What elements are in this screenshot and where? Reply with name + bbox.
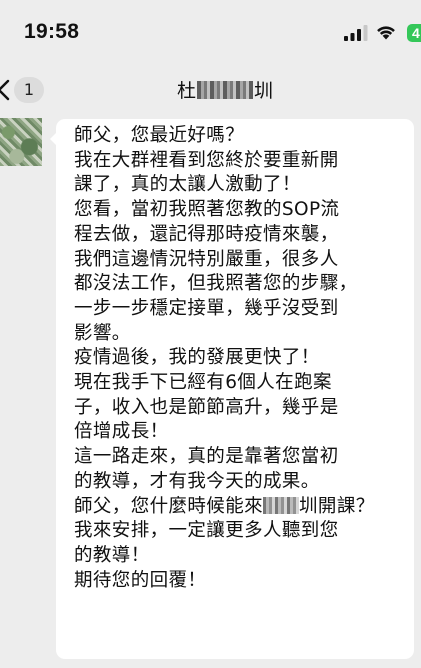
status-time: 19:58 [24, 20, 80, 43]
chat-title-prefix: 杜 [176, 80, 196, 102]
message-line: 倍增成長！ [74, 421, 169, 443]
wifi-icon [377, 26, 395, 40]
message-line: 課了，真的太讓人激動了！ [74, 174, 301, 196]
avatar[interactable] [0, 118, 42, 166]
message-line: 的教導！ [74, 544, 150, 566]
status-bar: 19:58 4 [0, 0, 421, 64]
redacted-name-blur [197, 81, 253, 99]
message-line: 子，收入也是節節高升，幾乎是 [74, 396, 339, 418]
message-line: 這一路走來，真的是靠著您當初 [74, 446, 339, 468]
message-line: 都沒法工作，但我照著您的步驟， [74, 273, 358, 295]
chevron-left-icon[interactable] [0, 79, 10, 101]
message-line: 程去做，還記得那時疫情來襲， [74, 223, 339, 245]
message-line-part: 圳開課？ [299, 495, 375, 517]
message-line: 疫情過後，我的發展更快了！ [74, 347, 320, 369]
message-line: 師父，您最近好嗎？ [74, 125, 245, 146]
redacted-city-blur [263, 496, 300, 514]
message-line: 我們這邊情況特別嚴重，很多人 [74, 248, 339, 270]
message-line-part: 師父，您什麼時候能來 [74, 495, 264, 517]
message-line: 期待您的回覆！ [74, 569, 207, 591]
cellular-signal-icon [344, 25, 368, 41]
unread-count-badge[interactable]: 1 [14, 77, 44, 103]
chat-title-suffix: 圳 [254, 80, 274, 102]
message-line-with-redaction: 師父，您什麼時候能來 圳開課？ [74, 495, 414, 520]
battery-icon: 4 [407, 24, 421, 42]
message-line: 您看，當初我照著您教的SOP流 [74, 199, 340, 221]
bubble-tail [50, 132, 57, 146]
message-line: 現在我手下已經有6個人在跑案 [74, 372, 332, 394]
chat-title: 杜圳 [150, 78, 300, 104]
message-line: 影響。 [74, 322, 131, 344]
message-line: 我來安排，一定讓更多人聽到您 [74, 520, 339, 542]
message-text: 師父，您最近好嗎？ 我在大群裡看到您終於要重新開 課了，真的太讓人激動了！ 您看… [74, 124, 414, 593]
message-line: 一步一步穩定接單，幾乎沒受到 [74, 297, 339, 319]
message-line: 的教導，才有我今天的成果。 [74, 470, 320, 492]
message-line: 我在大群裡看到您終於要重新開 [74, 149, 339, 171]
